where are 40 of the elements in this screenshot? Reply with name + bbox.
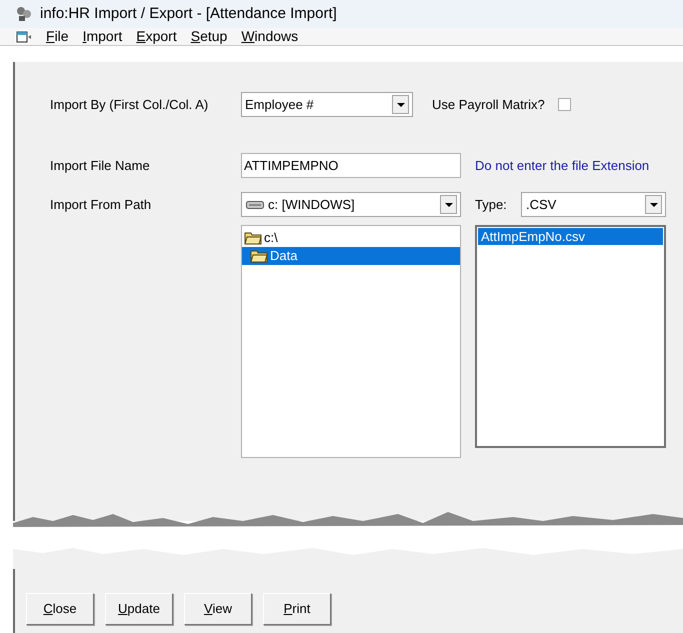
dialog-button[interactable]: Print [263,593,331,625]
folder-list[interactable]: c:\ Data [241,225,461,458]
dropdown-value: .CSV [526,196,556,214]
folder-icon [250,249,268,263]
dialog-button[interactable]: Close [26,593,94,625]
caret-icon [444,202,452,206]
import-by-dropdown[interactable]: Employee # [241,92,413,117]
hint-text: Do not enter the file Extension [475,156,650,175]
field-label: Import From Path [50,196,152,214]
dropdown-button[interactable] [645,195,662,214]
field-label: Import By (First Col./Col. A) [50,96,210,114]
dialog-button[interactable]: View [184,593,252,625]
checkbox[interactable] [558,98,571,111]
folder-item[interactable]: c:\ [242,229,460,247]
folder-item[interactable]: Data [242,247,460,265]
folder-icon [244,231,262,245]
window-title: info:HR Import / Export - [Attendance Import] [40,4,337,24]
field-label: Import File Name [50,156,151,175]
caret-icon [396,102,404,106]
drive-dropdown[interactable]: c: [WINDOWS] [241,192,461,217]
file-list[interactable]: AttImpEmpNo.csv [475,225,666,448]
drive-icon [246,200,264,210]
menu-item[interactable]: Import [82,26,122,47]
field-label: Use Payroll Matrix? [432,96,545,114]
menu-item[interactable]: Setup [190,26,228,47]
caret-icon [650,202,658,206]
dropdown-value: c: [WINDOWS] [268,196,355,214]
app-icon [16,6,32,22]
dropdown-value: Employee # [245,96,314,114]
dropdown-button[interactable] [440,195,457,214]
dropdown-button[interactable] [392,95,409,114]
window-menu-icon[interactable] [16,30,32,44]
type-dropdown[interactable]: .CSV [521,192,666,217]
menu-item[interactable]: Export [136,26,177,47]
dialog-button[interactable]: Update [105,593,173,625]
file-name-field[interactable]: ATTIMPEMPNO [241,153,461,178]
menu-item[interactable]: File [46,26,69,47]
field-label: Type: [475,196,508,214]
menu-item[interactable]: Windows [241,26,298,47]
listbox-entry[interactable]: AttImpEmpNo.csv [478,228,663,245]
